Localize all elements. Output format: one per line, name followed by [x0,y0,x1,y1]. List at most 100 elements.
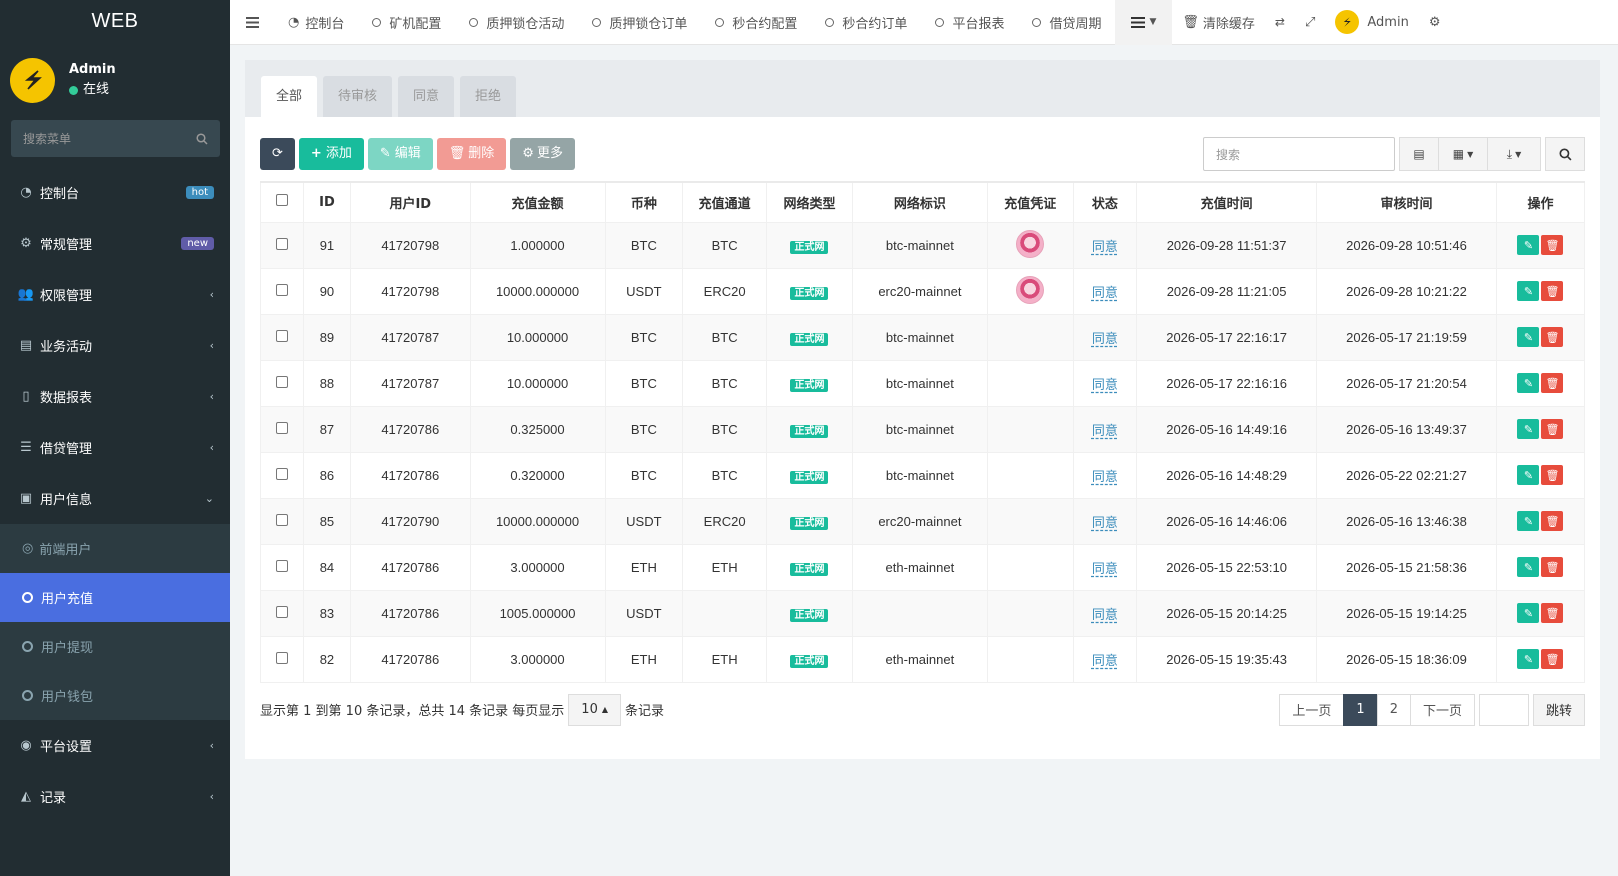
status-link[interactable]: 同意 [1092,377,1118,392]
row-checkbox[interactable] [275,651,288,664]
submenu-item-0[interactable]: ◎ 前端用户 [0,524,230,573]
delete-button[interactable]: 🗑 删除 [436,138,507,170]
row-checkbox[interactable] [275,559,288,572]
clear-cache-button[interactable]: 🗑 清除缓存 [1172,0,1265,45]
tab-0[interactable]: 全部 [261,76,318,117]
sidebar-search-input[interactable]: 搜索菜单 [11,120,220,157]
status-link[interactable]: 同意 [1092,423,1118,438]
edit-button[interactable]: ✎ 编辑 [367,138,433,170]
sidebar-toggle-button[interactable] [230,0,274,45]
row-edit-button[interactable]: ✎ [1517,603,1540,623]
sidebar-item-4[interactable]: ▯ 数据报表 ‹ [0,371,230,422]
row-edit-button[interactable]: ✎ [1517,373,1540,393]
top-tab-1[interactable]: 矿机配置 [358,0,455,45]
jump-page-input[interactable] [1478,693,1529,726]
columns-button[interactable]: ▦ ▼ [1438,137,1488,171]
row-delete-button[interactable]: 🗑 [1541,373,1564,393]
row-edit-button[interactable]: ✎ [1517,649,1540,669]
status-link[interactable]: 同意 [1092,331,1118,346]
row-delete-button[interactable]: 🗑 [1541,649,1564,669]
sidebar-item-2[interactable]: 👥 权限管理 ‹ [0,269,230,320]
submenu-item-2[interactable]: 用户提现 [0,622,230,671]
sidebar-item-6[interactable]: ▣ 用户信息 ⌄ [0,473,230,524]
jump-button[interactable]: 跳转 [1532,693,1585,726]
row-edit-button[interactable]: ✎ [1517,327,1540,347]
export-button[interactable]: ⤓ ▼ [1487,137,1541,171]
column-header[interactable]: 操作 [1495,181,1586,223]
row-edit-button[interactable]: ✎ [1517,511,1540,531]
row-edit-button[interactable]: ✎ [1517,235,1540,255]
column-header[interactable]: 网络类型 [766,181,853,223]
column-header[interactable]: 状态 [1072,181,1138,223]
prev-page-button[interactable]: 上一页 [1279,693,1345,726]
row-edit-button[interactable]: ✎ [1517,281,1540,301]
status-link[interactable]: 同意 [1092,515,1118,530]
top-tab-6[interactable]: 平台报表 [921,0,1018,45]
sidebar-item-0[interactable]: ◔ 控制台 hot [0,167,230,218]
row-checkbox[interactable] [275,329,288,342]
row-checkbox[interactable] [275,421,288,434]
tab-3[interactable]: 拒绝 [460,76,517,117]
more-button[interactable]: ⚙ 更多 [510,138,575,170]
top-tab-0[interactable]: ◔ 控制台 [274,0,358,45]
brand-logo[interactable]: WEB [0,0,230,45]
table-search-input[interactable]: 搜索 [1203,137,1395,171]
top-tab-3[interactable]: 质押锁仓订单 [578,0,701,45]
tab-1[interactable]: 待审核 [323,76,393,117]
row-delete-button[interactable]: 🗑 [1541,557,1564,577]
row-delete-button[interactable]: 🗑 [1541,419,1564,439]
row-delete-button[interactable]: 🗑 [1541,327,1564,347]
column-header[interactable]: 币种 [604,181,684,223]
search-toggle-button[interactable] [1545,137,1585,171]
row-edit-button[interactable]: ✎ [1517,465,1540,485]
page-size-select[interactable]: 10 ▲ [568,693,621,726]
row-checkbox[interactable] [275,375,288,388]
column-header[interactable]: 用户ID [349,181,471,223]
submenu-item-3[interactable]: 用户钱包 [0,671,230,720]
status-link[interactable]: 同意 [1092,561,1118,576]
row-checkbox[interactable] [275,513,288,526]
status-link[interactable]: 同意 [1092,469,1118,484]
top-tab-4[interactable]: 秒合约配置 [701,0,811,45]
row-checkbox[interactable] [275,283,288,296]
tab-2[interactable]: 同意 [398,76,455,117]
status-link[interactable]: 同意 [1092,285,1118,300]
column-header[interactable]: 充值金额 [469,181,606,223]
column-header[interactable]: 审核时间 [1316,181,1497,223]
row-edit-button[interactable]: ✎ [1517,557,1540,577]
sidebar-item-1[interactable]: ⚙ 常规管理 new [0,218,230,269]
column-header[interactable]: 充值凭证 [986,181,1074,223]
toggle-view-button[interactable]: ▤ [1399,137,1439,171]
page-button-1[interactable]: 1 [1343,693,1378,726]
column-header[interactable]: 充值通道 [682,181,768,223]
column-header[interactable]: ID [302,181,351,223]
sidebar-item-3[interactable]: ▤ 业务活动 ‹ [0,320,230,371]
sidebar-item-10[interactable]: ◉ 平台设置 ‹ [0,720,230,771]
next-page-button[interactable]: 下一页 [1409,693,1475,726]
select-all-checkbox[interactable] [275,194,288,207]
status-link[interactable]: 同意 [1092,239,1118,254]
fullscreen-button[interactable]: ⤢ [1295,0,1325,45]
submenu-item-1[interactable]: 用户充值 [0,573,230,622]
row-checkbox[interactable] [275,467,288,480]
sidebar-item-5[interactable]: ☰ 借贷管理 ‹ [0,422,230,473]
row-edit-button[interactable]: ✎ [1517,419,1540,439]
page-button-2[interactable]: 2 [1376,693,1411,726]
column-header[interactable]: 网络标识 [851,181,988,223]
row-delete-button[interactable]: 🗑 [1541,603,1564,623]
status-link[interactable]: 同意 [1092,607,1118,622]
sidebar-item-11[interactable]: ◭ 记录 ‹ [0,771,230,822]
add-button[interactable]: + 添加 [298,138,364,170]
top-tab-5[interactable]: 秒合约订单 [811,0,921,45]
settings-button[interactable]: ⚙ [1419,0,1451,45]
row-checkbox[interactable] [275,237,288,250]
admin-menu[interactable]: Admin [1325,0,1418,45]
row-delete-button[interactable]: 🗑 [1541,235,1564,255]
voucher-image[interactable] [1016,229,1045,258]
top-tab-2[interactable]: 质押锁仓活动 [455,0,578,45]
row-checkbox[interactable] [275,605,288,618]
row-delete-button[interactable]: 🗑 [1541,465,1564,485]
row-delete-button[interactable]: 🗑 [1541,281,1564,301]
row-delete-button[interactable]: 🗑 [1541,511,1564,531]
top-tab-7[interactable]: 借贷周期 [1018,0,1115,45]
